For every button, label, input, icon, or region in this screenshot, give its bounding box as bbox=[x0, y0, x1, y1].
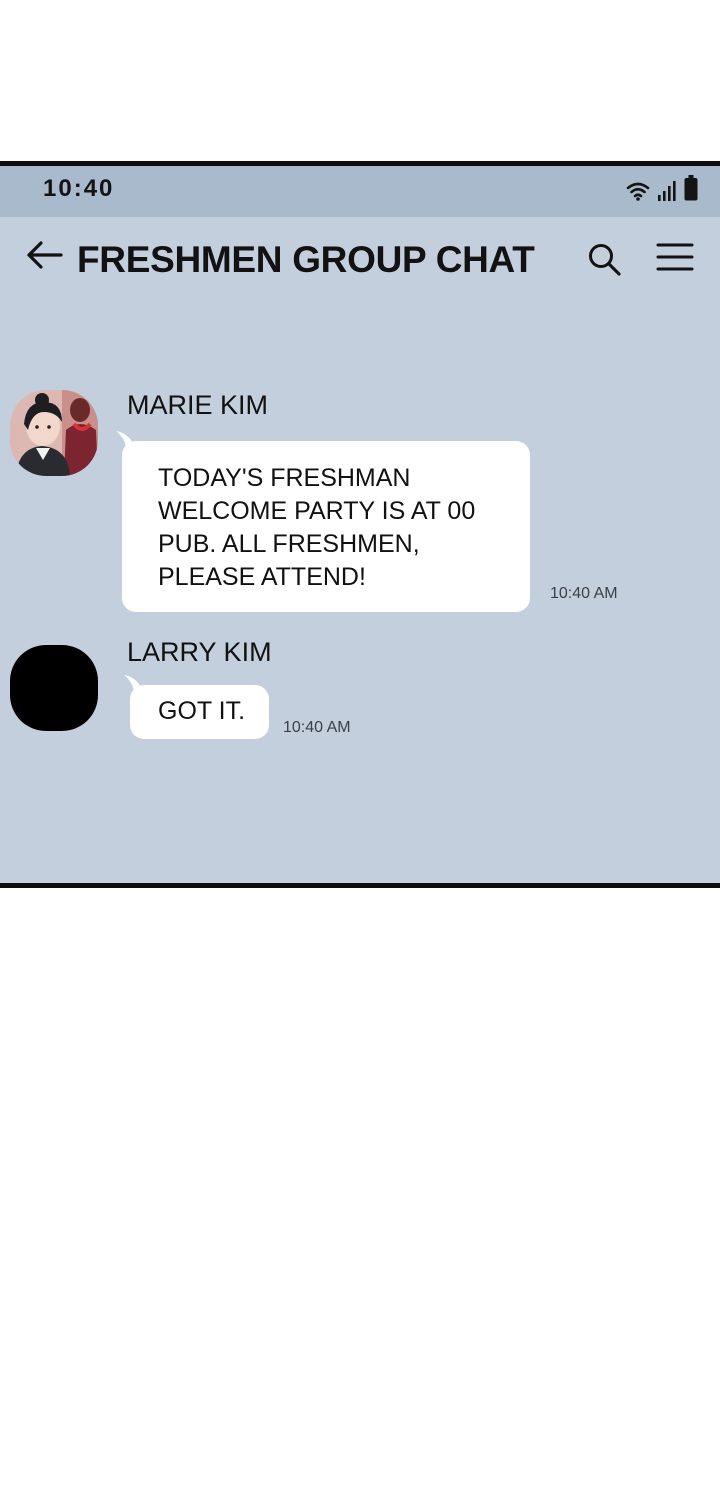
menu-icon[interactable] bbox=[656, 241, 694, 273]
message-timestamp: 10:40 AM bbox=[550, 585, 618, 602]
avatar-illustration bbox=[10, 390, 98, 476]
chat-header: FRESHMEN GROUP CHAT bbox=[0, 217, 720, 303]
message-text: TODAY'S FRESHMAN WELCOME PARTY IS AT 00 … bbox=[158, 464, 476, 591]
avatar-marie-kim[interactable] bbox=[10, 390, 98, 476]
phone-screen-panel: 10:40 FRESHMEN GROUP CHAT MARIE KIM TODA… bbox=[0, 161, 720, 888]
message-bubble[interactable]: GOT IT. bbox=[130, 685, 269, 739]
status-bar: 10:40 bbox=[0, 166, 720, 217]
message-timestamp: 10:40 AM bbox=[283, 719, 351, 736]
wifi-icon bbox=[626, 182, 650, 201]
status-time: 10:40 bbox=[43, 175, 115, 202]
signal-icon bbox=[658, 181, 676, 201]
sender-name: LARRY KIM bbox=[127, 637, 272, 667]
battery-icon bbox=[684, 175, 698, 201]
status-icons bbox=[626, 175, 698, 201]
search-icon[interactable] bbox=[586, 241, 622, 277]
message-bubble[interactable]: TODAY'S FRESHMAN WELCOME PARTY IS AT 00 … bbox=[122, 441, 530, 612]
back-arrow-icon[interactable] bbox=[25, 239, 63, 271]
message-text: GOT IT. bbox=[158, 697, 246, 725]
sender-name: MARIE KIM bbox=[127, 390, 269, 420]
chat-title: FRESHMEN GROUP CHAT bbox=[77, 239, 535, 280]
avatar-larry-kim[interactable] bbox=[10, 645, 98, 731]
